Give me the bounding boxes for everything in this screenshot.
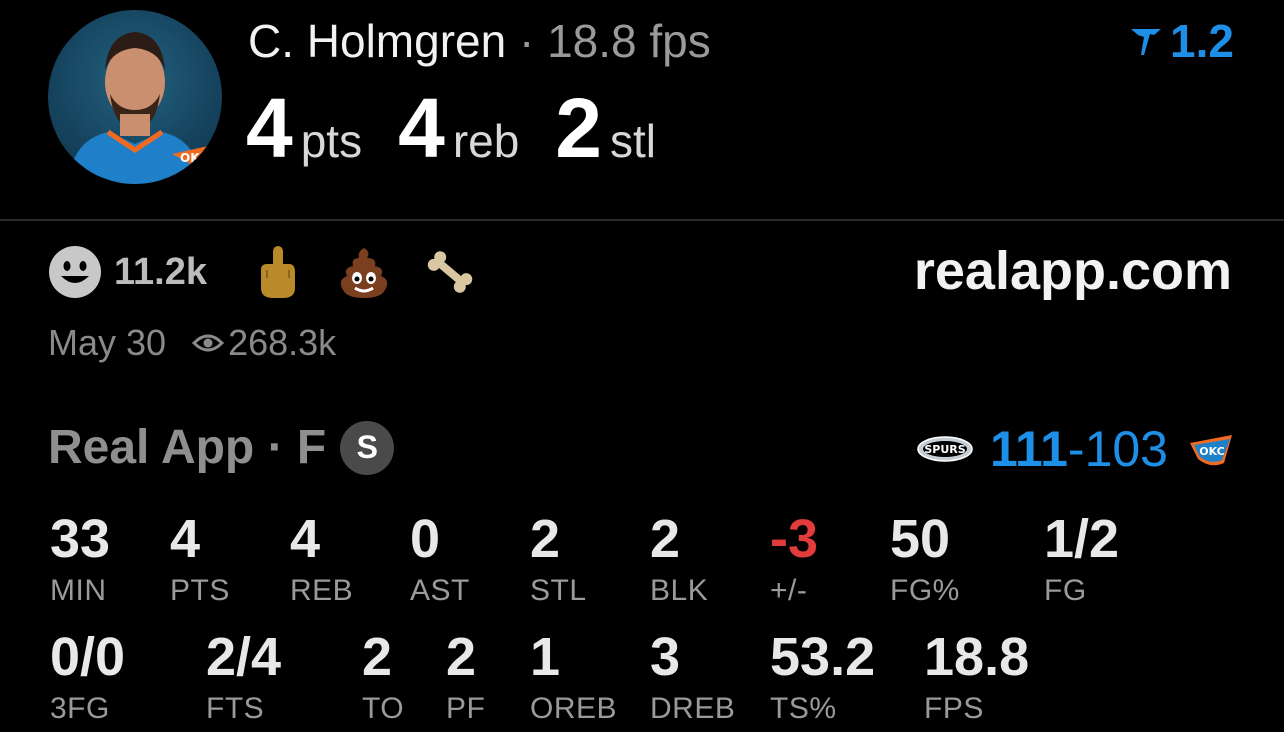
stat-label: OREB: [530, 692, 618, 725]
stat-reb: 4 REB: [290, 512, 353, 608]
stat-to: 2 TO: [362, 630, 404, 726]
stat-fps: 18.8 FPS: [924, 630, 1029, 726]
meta-row: May 30 268.3k: [48, 322, 336, 364]
player-photo-icon: OKC: [68, 32, 208, 184]
stat-value: 2: [362, 627, 393, 687]
post-date: May 30: [48, 322, 167, 363]
real-logo-icon: [1131, 29, 1162, 55]
stat-fg: 1/2 FG: [1044, 512, 1119, 608]
stat-label: 3FG: [50, 692, 110, 725]
stat-label: BLK: [650, 574, 709, 607]
stat-value: 4: [290, 509, 321, 569]
smiley-reaction-icon[interactable]: [48, 245, 102, 299]
stat-pf: 2 PF: [446, 630, 485, 726]
home-score: 111: [990, 421, 1068, 477]
stat-pts: 4 PTS: [170, 512, 230, 608]
player-avatar[interactable]: OKC: [48, 10, 222, 184]
svg-text:OKC: OKC: [1199, 445, 1224, 458]
stat-label: FG%: [890, 574, 960, 607]
headline-reb-value: 4: [398, 81, 445, 175]
stat-value: 18.8: [924, 627, 1030, 687]
stat-dreb: 3 DREB: [650, 630, 735, 726]
game-title: Real App · F: [48, 421, 327, 474]
poop-emoji-icon[interactable]: [337, 244, 391, 300]
game-status-badge: S: [340, 420, 395, 475]
stat-stl: 2 STL: [530, 512, 587, 608]
rating-badge[interactable]: 1.2: [1128, 14, 1234, 68]
game-header[interactable]: Real App · F S: [48, 420, 395, 475]
stat-fts: 2/4 FTS: [206, 630, 281, 726]
headline-reb-label: reb: [452, 115, 520, 167]
stat-label: REB: [290, 574, 354, 607]
stat-value: 2: [530, 509, 561, 569]
stat-label: FPS: [924, 692, 984, 725]
headline-stl-label: stl: [610, 115, 657, 167]
divider: [0, 219, 1284, 221]
stat-label: AST: [410, 574, 470, 607]
stat-value: 0/0: [50, 627, 126, 687]
stat-value: 33: [50, 509, 111, 569]
stat-min: 33 MIN: [50, 512, 110, 608]
stat-value: 1: [530, 627, 561, 687]
away-score: 103: [1084, 421, 1168, 477]
stat-value: 1/2: [1044, 509, 1120, 569]
stat-label: TO: [362, 692, 405, 725]
player-title: C. Holmgren · 18.8 fps: [248, 14, 711, 68]
view-count: 268.3k: [228, 322, 337, 363]
stat-oreb: 1 OREB: [530, 630, 617, 726]
stat-value: -3: [770, 509, 819, 569]
rating-value: 1.2: [1170, 15, 1234, 67]
stat-3fg: 0/0 3FG: [50, 630, 125, 726]
player-fps: · 18.8 fps: [506, 15, 711, 67]
reaction-count: 11.2k: [114, 250, 207, 293]
bone-emoji-icon[interactable]: [423, 244, 477, 300]
player-name[interactable]: C. Holmgren: [248, 15, 506, 67]
stat-ast: 0 AST: [410, 512, 470, 608]
stat-value: 2: [446, 627, 477, 687]
svg-text:OKC: OKC: [180, 151, 208, 165]
stat-value: 0: [410, 509, 441, 569]
stat-plus-minus: -3 +/-: [770, 512, 818, 608]
stat-value: 53.2: [770, 627, 876, 687]
score-separator: -: [1067, 421, 1085, 477]
stat-value: 50: [890, 509, 951, 569]
game-score[interactable]: SPURS 111-103 OKC: [916, 420, 1234, 478]
stat-label: MIN: [50, 574, 107, 607]
stat-value: 4: [170, 509, 201, 569]
stat-label: FTS: [206, 692, 265, 725]
okc-logo-icon: OKC: [1190, 435, 1232, 466]
stat-label: STL: [530, 574, 587, 607]
site-link[interactable]: realapp.com: [914, 240, 1232, 302]
middle-finger-emoji-icon[interactable]: [251, 244, 305, 300]
stat-ts-pct: 53.2 TS%: [770, 630, 875, 726]
headline-stl-value: 2: [555, 81, 603, 175]
stat-value: 2: [650, 509, 681, 569]
stat-label: FG: [1044, 574, 1087, 607]
stat-label: DREB: [650, 692, 736, 725]
stat-label: +/-: [770, 574, 808, 607]
headline-statline: 4 pts 4 reb 2 stl: [246, 80, 692, 177]
reactions-row: 11.2k: [48, 244, 509, 300]
headline-pts-label: pts: [300, 115, 363, 167]
eye-icon: [192, 334, 225, 352]
spurs-logo-icon: SPURS: [917, 436, 973, 462]
stat-fg-pct: 50 FG%: [890, 512, 960, 608]
headline-pts-value: 4: [246, 81, 293, 175]
stat-label: PTS: [170, 574, 230, 607]
svg-text:SPURS: SPURS: [924, 443, 965, 456]
stat-value: 3: [650, 627, 681, 687]
stat-value: 2/4: [206, 627, 282, 687]
stat-label: TS%: [770, 692, 837, 725]
stat-blk: 2 BLK: [650, 512, 708, 608]
stat-label: PF: [446, 692, 486, 725]
